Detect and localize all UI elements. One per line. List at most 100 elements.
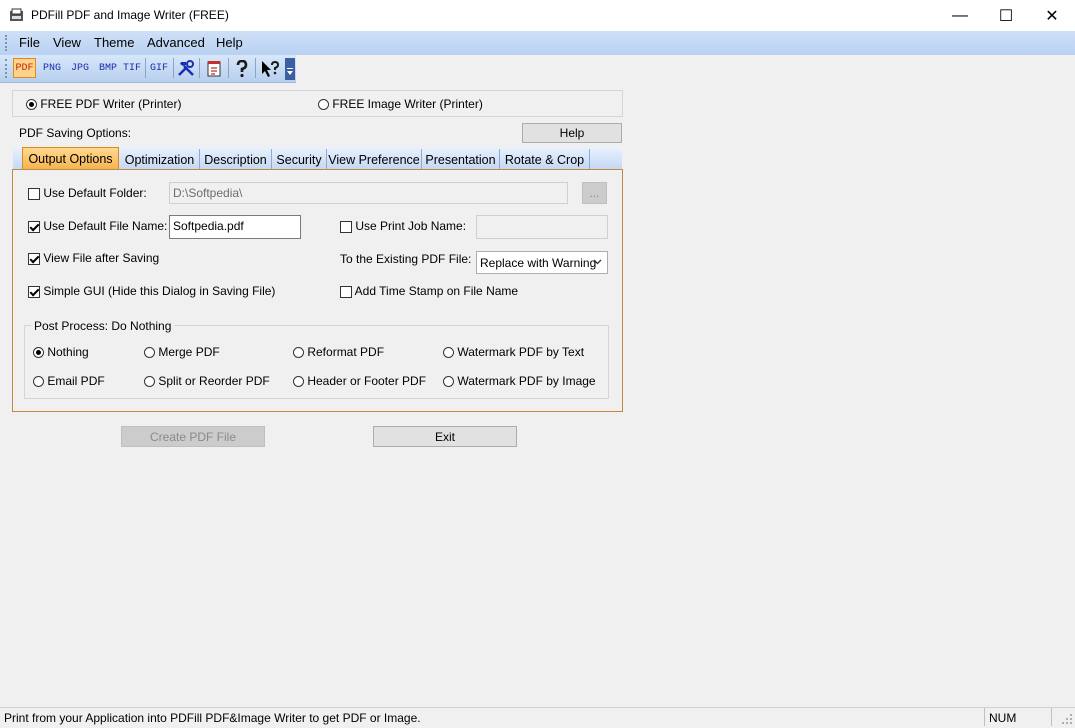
- maximize-button[interactable]: ☐: [983, 0, 1029, 31]
- app-icon: [10, 8, 23, 21]
- use-default-file-name-checkbox[interactable]: Use Default File Name:: [28, 219, 167, 233]
- radio-unselected-icon[interactable]: [318, 99, 329, 111]
- tab-presentation[interactable]: Presentation: [422, 149, 500, 170]
- post-header-footer-radio[interactable]: Header or Footer PDF: [293, 374, 426, 388]
- status-divider: [1051, 708, 1052, 726]
- checkbox-checked-icon[interactable]: [28, 252, 40, 265]
- tab-view-preference[interactable]: View Preference: [327, 149, 422, 170]
- existing-pdf-value: Replace with Warning: [480, 256, 597, 270]
- radio-unselected-icon[interactable]: [33, 376, 44, 388]
- gif-format-button[interactable]: GIF: [148, 58, 170, 78]
- add-time-stamp-label: Add Time Stamp on File Name: [354, 284, 519, 298]
- help-icon[interactable]: [235, 60, 249, 78]
- use-default-file-name-label: Use Default File Name:: [43, 219, 168, 233]
- menu-view[interactable]: View: [53, 35, 81, 50]
- toolbar-separator: [199, 58, 200, 78]
- post-email-label: Email PDF: [47, 374, 105, 388]
- checkbox-checked-icon[interactable]: [28, 285, 40, 298]
- radio-unselected-icon[interactable]: [144, 376, 155, 388]
- toolbar-grip: [5, 59, 10, 78]
- post-email-radio[interactable]: Email PDF: [33, 374, 105, 388]
- tif-format-button[interactable]: TIF: [121, 58, 143, 78]
- help-button[interactable]: Help: [522, 123, 622, 143]
- exit-button[interactable]: Exit: [373, 426, 517, 447]
- existing-pdf-label: To the Existing PDF File:: [340, 252, 472, 266]
- whats-this-icon[interactable]: [261, 60, 281, 78]
- use-default-folder-label: Use Default Folder:: [43, 186, 147, 200]
- menu-help[interactable]: Help: [216, 35, 243, 50]
- existing-pdf-select[interactable]: Replace with Warning: [476, 251, 608, 274]
- radio-selected-icon[interactable]: [26, 99, 37, 111]
- post-reformat-radio[interactable]: Reformat PDF: [293, 345, 384, 359]
- post-merge-label: Merge PDF: [158, 345, 220, 359]
- post-split-radio[interactable]: Split or Reorder PDF: [144, 374, 270, 388]
- menu-grip: [5, 35, 10, 51]
- checkbox-unchecked-icon[interactable]: [340, 285, 352, 298]
- toolbar-separator: [228, 58, 229, 78]
- view-file-after-saving-label: View File after Saving: [43, 251, 160, 265]
- pdf-saving-options-label: PDF Saving Options:: [19, 126, 132, 140]
- minimize-button[interactable]: —: [937, 0, 983, 31]
- image-writer-label: FREE Image Writer (Printer): [332, 97, 483, 111]
- use-print-job-name-checkbox[interactable]: Use Print Job Name:: [340, 219, 466, 233]
- png-format-button[interactable]: PNG: [40, 58, 64, 78]
- post-split-label: Split or Reorder PDF: [158, 374, 270, 388]
- menu-file[interactable]: File: [19, 35, 40, 50]
- simple-gui-label: Simple GUI (Hide this Dialog in Saving F…: [43, 284, 276, 298]
- print-job-name-field[interactable]: [476, 215, 608, 239]
- checkbox-unchecked-icon[interactable]: [340, 220, 352, 233]
- status-divider: [984, 708, 985, 726]
- post-reformat-label: Reformat PDF: [307, 345, 385, 359]
- browse-folder-button[interactable]: ...: [582, 182, 607, 204]
- pdf-format-button[interactable]: PDF: [13, 58, 36, 78]
- checkbox-unchecked-icon[interactable]: [28, 187, 40, 200]
- tab-security[interactable]: Security: [272, 149, 327, 170]
- image-writer-radio[interactable]: FREE Image Writer (Printer): [318, 97, 483, 111]
- tab-optimization[interactable]: Optimization: [120, 149, 200, 170]
- document-icon[interactable]: [206, 60, 223, 78]
- post-nothing-radio[interactable]: Nothing: [33, 345, 89, 359]
- post-watermark-image-label: Watermark PDF by Image: [457, 374, 596, 388]
- checkbox-checked-icon[interactable]: [28, 220, 40, 233]
- tools-icon[interactable]: [177, 60, 195, 77]
- resize-grip-icon[interactable]: [1061, 713, 1073, 725]
- post-header-footer-label: Header or Footer PDF: [307, 374, 427, 388]
- toolbar-separator: [255, 58, 256, 78]
- toolbar-separator: [173, 58, 174, 78]
- post-watermark-image-radio[interactable]: Watermark PDF by Image: [443, 374, 596, 388]
- bmp-format-button[interactable]: BMP: [96, 58, 120, 78]
- menu-advanced[interactable]: Advanced: [147, 35, 205, 50]
- radio-unselected-icon[interactable]: [293, 347, 304, 359]
- default-file-name-input[interactable]: Softpedia.pdf: [169, 215, 301, 239]
- use-print-job-name-label: Use Print Job Name:: [355, 219, 467, 233]
- radio-unselected-icon[interactable]: [293, 376, 304, 388]
- tab-rotate-crop[interactable]: Rotate & Crop: [500, 149, 590, 170]
- post-process-title: Post Process: Do Nothing: [31, 319, 175, 333]
- pdf-writer-label: FREE PDF Writer (Printer): [40, 97, 182, 111]
- view-file-after-saving-checkbox[interactable]: View File after Saving: [28, 251, 159, 265]
- toolbar-separator: [145, 58, 146, 78]
- tab-output-options[interactable]: Output Options: [22, 147, 119, 170]
- radio-unselected-icon[interactable]: [443, 376, 454, 388]
- close-button[interactable]: ✕: [1029, 0, 1075, 31]
- num-lock-indicator: NUM: [989, 711, 1017, 725]
- jpg-format-button[interactable]: JPG: [68, 58, 92, 78]
- use-default-folder-checkbox[interactable]: Use Default Folder:: [28, 186, 147, 200]
- menu-theme[interactable]: Theme: [94, 35, 134, 50]
- default-folder-field[interactable]: D:\Softpedia\: [169, 182, 568, 204]
- status-message: Print from your Application into PDFill …: [4, 711, 421, 725]
- tab-description[interactable]: Description: [200, 149, 272, 170]
- radio-selected-icon[interactable]: [33, 347, 44, 359]
- radio-unselected-icon[interactable]: [443, 347, 454, 359]
- chevron-down-icon: [593, 259, 602, 265]
- post-nothing-label: Nothing: [47, 345, 89, 359]
- create-pdf-button[interactable]: Create PDF File: [121, 426, 265, 447]
- toolbar-options-icon[interactable]: [285, 58, 295, 80]
- add-time-stamp-checkbox[interactable]: Add Time Stamp on File Name: [340, 284, 518, 298]
- post-watermark-text-label: Watermark PDF by Text: [457, 345, 585, 359]
- pdf-writer-radio[interactable]: FREE PDF Writer (Printer): [26, 97, 181, 111]
- radio-unselected-icon[interactable]: [144, 347, 155, 359]
- post-watermark-text-radio[interactable]: Watermark PDF by Text: [443, 345, 584, 359]
- post-merge-radio[interactable]: Merge PDF: [144, 345, 220, 359]
- simple-gui-checkbox[interactable]: Simple GUI (Hide this Dialog in Saving F…: [28, 284, 275, 298]
